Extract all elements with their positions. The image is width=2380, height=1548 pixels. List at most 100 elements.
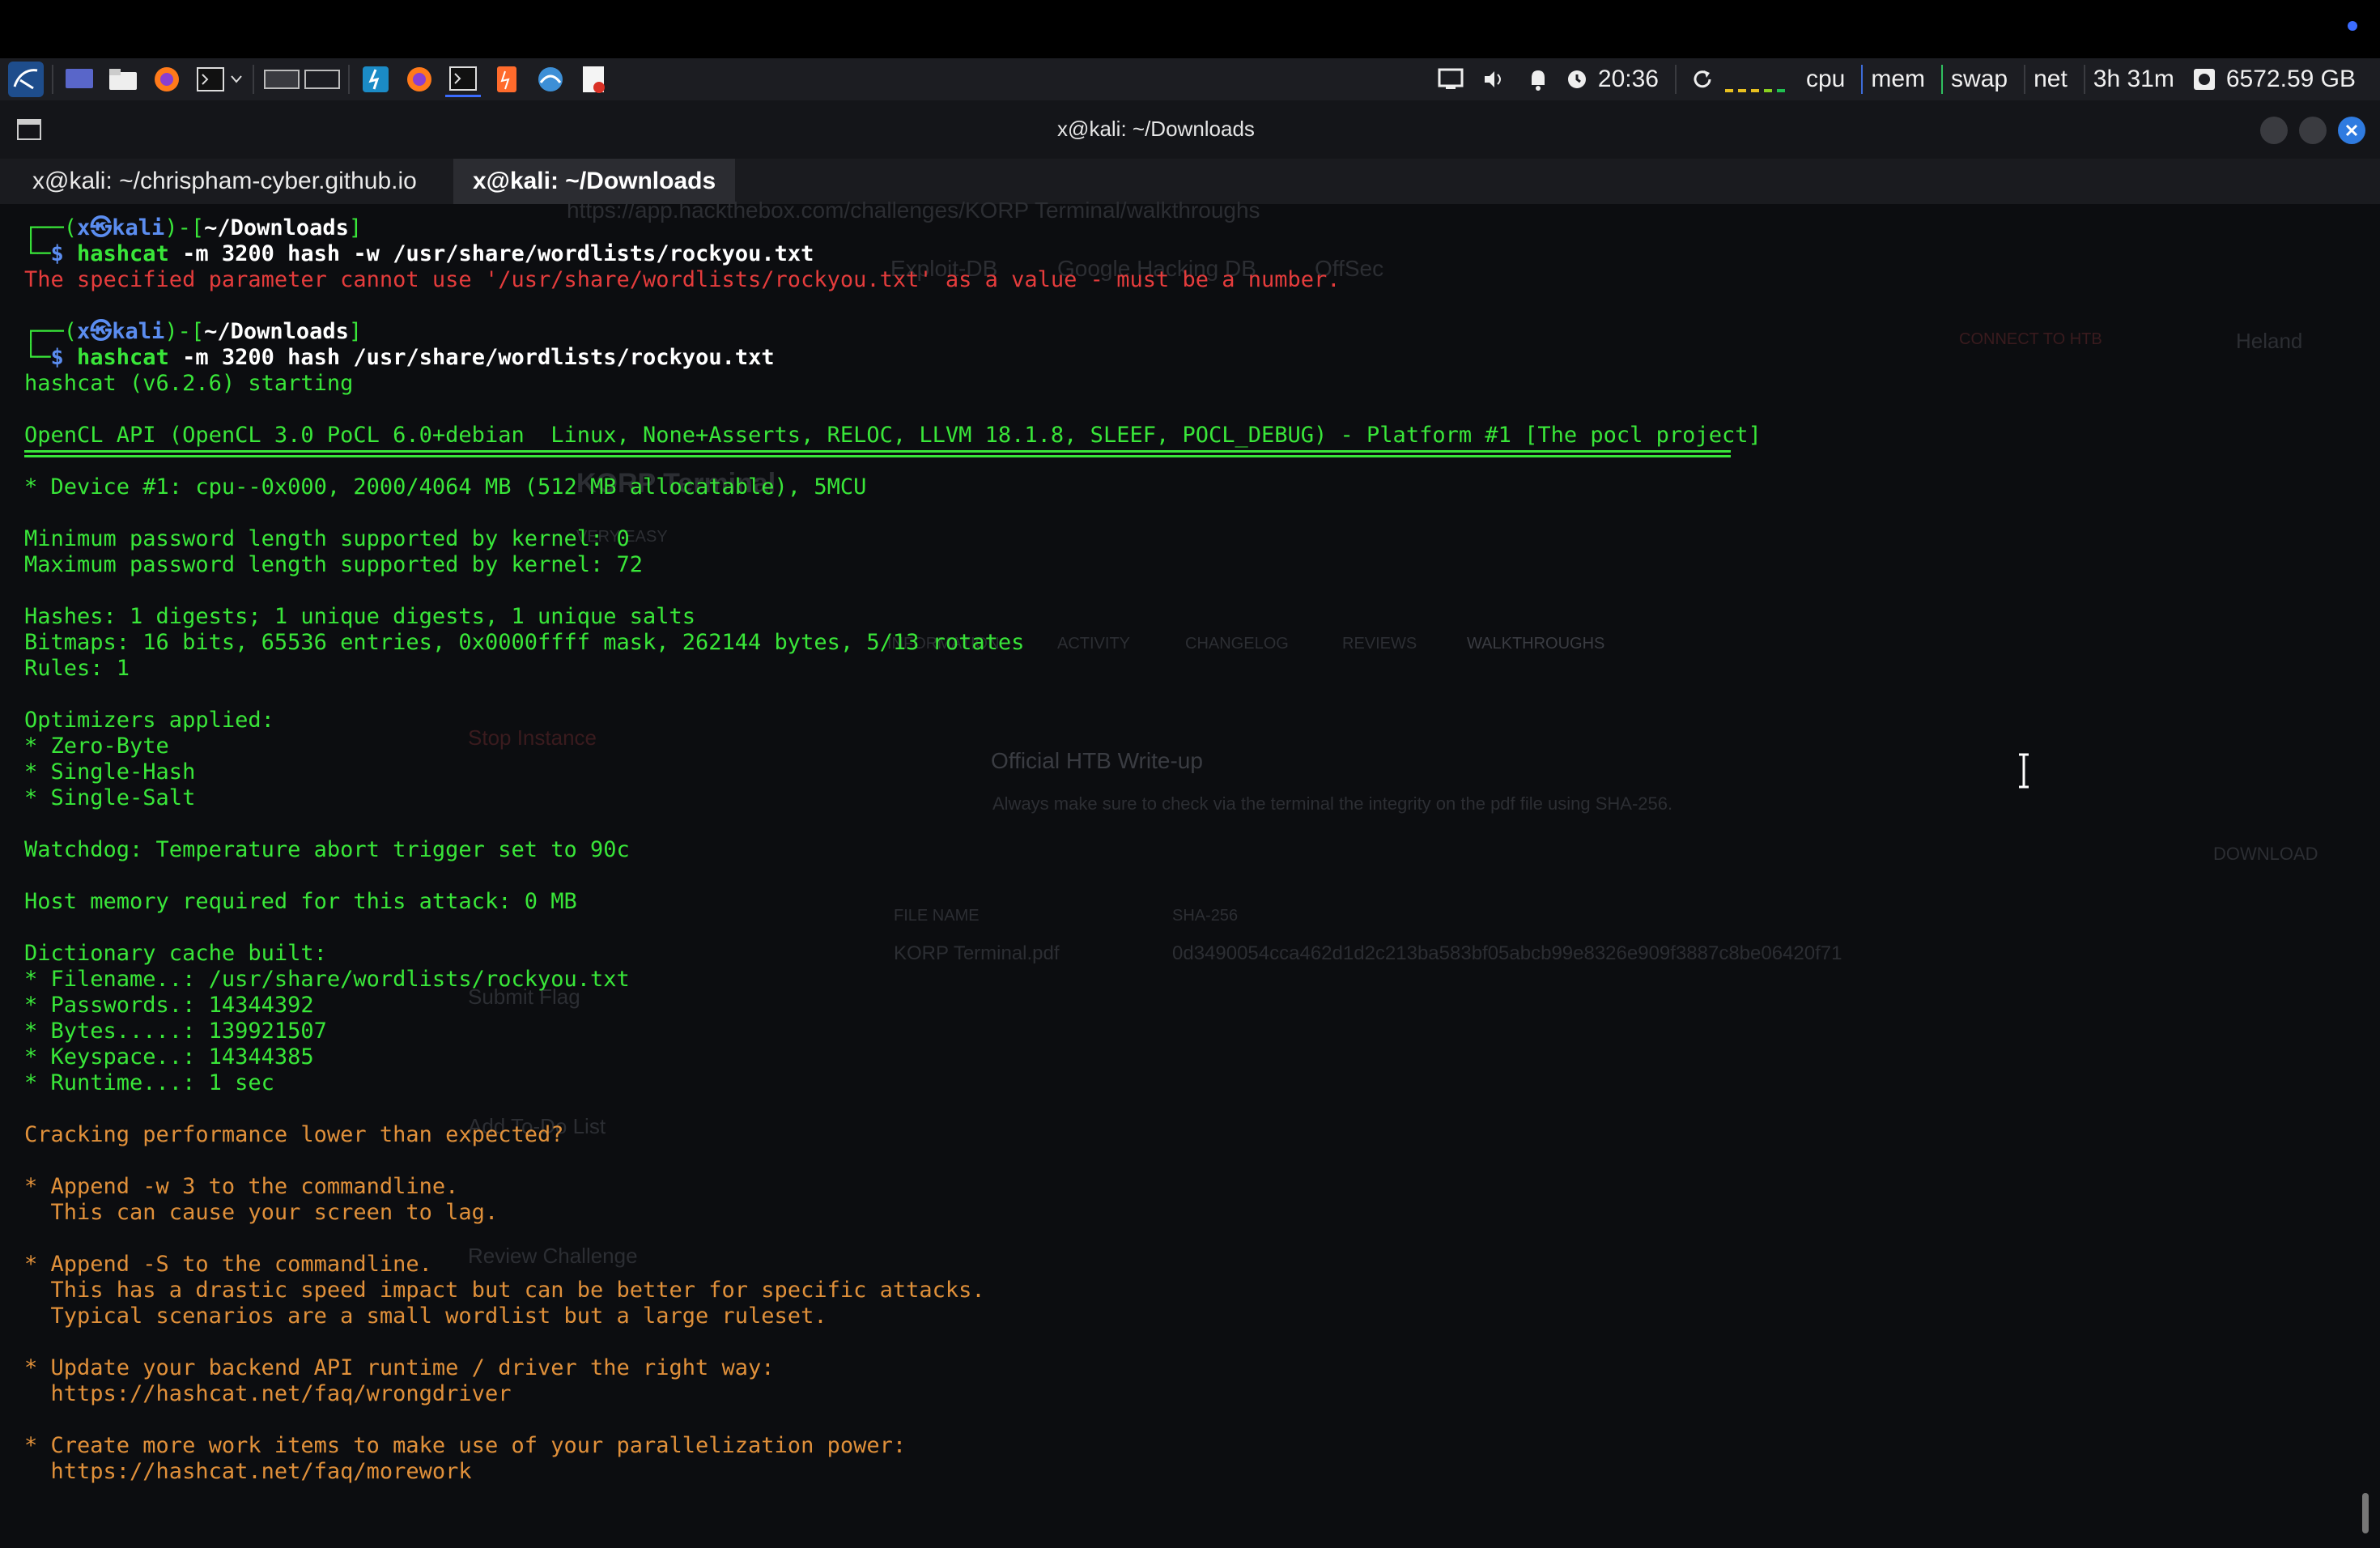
terminal-text: hashcat	[77, 345, 169, 370]
terminal-text: * Runtime...: 1 sec	[24, 1070, 274, 1095]
swap-label: swap	[1951, 66, 2008, 92]
platform-separator-line	[24, 450, 1731, 453]
terminal-window: x@kali: ~/Downloads x@kali: ~/chrispham-…	[0, 100, 2380, 1548]
terminal-text: Optimizers applied:	[24, 708, 274, 733]
display-icon[interactable]	[1433, 62, 1468, 97]
cpu-label: cpu	[1805, 66, 1846, 92]
terminal-line: * Append -S to the commandline.	[24, 1252, 432, 1278]
screen-top-bar	[0, 0, 2380, 58]
terminal-text: hash	[287, 345, 341, 370]
minimize-button[interactable]	[2260, 117, 2288, 144]
terminal-line: * Filename..: /usr/share/wordlists/rocky…	[24, 967, 630, 993]
uptime-value: 3h 31m	[2093, 66, 2174, 92]
terminal-text: Watchdog: Temperature abort trigger set …	[24, 837, 630, 862]
terminal-line: Optimizers applied:	[24, 708, 274, 734]
mem-label: mem	[1871, 66, 1926, 92]
net-label: net	[2034, 66, 2068, 92]
terminal-text: * Create more work items to make use of …	[24, 1433, 907, 1458]
terminal-line: * Bytes.....: 139921507	[24, 1019, 327, 1044]
terminal-text: Dictionary cache built:	[24, 941, 327, 966]
terminal-output[interactable]: ┌──(x㉿kali)-[~/Downloads] └─$ hashcat -m …	[24, 215, 2356, 1543]
terminal-text: Bitmaps: 16 bits, 65536 entries, 0x0000f…	[24, 630, 1025, 655]
terminal-text: * Bytes.....: 139921507	[24, 1019, 327, 1044]
terminal-line: Dictionary cache built:	[24, 941, 327, 967]
terminal-launcher-icon[interactable]	[193, 62, 228, 97]
terminal-line: ┌──(x㉿kali)-[~/Downloads]	[24, 319, 362, 345]
document-app-icon[interactable]	[576, 62, 612, 97]
terminal-text: * Append -w 3 to the commandline.	[24, 1174, 459, 1199]
chevron-down-icon[interactable]	[228, 62, 244, 97]
terminal-line: * Single-Hash	[24, 759, 195, 785]
desktop-icon[interactable]	[62, 62, 97, 97]
terminal-text: * Zero-Byte	[24, 734, 169, 759]
panel-separator	[348, 65, 350, 94]
terminal-text: -w	[340, 241, 393, 266]
window-title: x@kali: ~/Downloads	[1057, 117, 1255, 141]
file-manager-icon[interactable]	[105, 62, 141, 97]
clock-icon	[1564, 62, 1590, 97]
terminal-text: * Device #1: cpu--0x000, 2000/4064 MB (5…	[24, 474, 867, 500]
terminal-text: )-[	[164, 319, 205, 344]
terminal-line: Host memory required for this attack: 0 …	[24, 889, 577, 915]
terminal-text: hashcat	[77, 241, 169, 266]
terminal-text: -m 3200	[168, 241, 288, 266]
terminal-text: This can cause your screen to lag.	[24, 1200, 499, 1225]
burp-suite-icon[interactable]	[489, 62, 525, 97]
maximize-button[interactable]	[2299, 117, 2327, 144]
panel-status-area: 20:36 cpu mem swap net 3h 31m 6572.59 GB	[1425, 58, 2364, 100]
terminal-line: * Device #1: cpu--0x000, 2000/4064 MB (5…	[24, 474, 866, 500]
terminal-text: $	[50, 345, 78, 370]
workspace-2[interactable]	[304, 70, 340, 89]
terminal-window-icon[interactable]	[445, 62, 481, 97]
terminal-line: * Append -w 3 to the commandline.	[24, 1174, 458, 1200]
close-button[interactable]	[2338, 117, 2365, 144]
terminal-text: └─	[24, 345, 51, 370]
firefox-window-icon[interactable]	[402, 62, 437, 97]
tab-chrispham[interactable]: x@kali: ~/chrispham-cyber.github.io	[13, 159, 436, 204]
terminal-line: Typical scenarios are a small wordlist b…	[24, 1303, 827, 1329]
window-titlebar[interactable]: x@kali: ~/Downloads	[0, 100, 2380, 159]
terminal-line: * Single-Salt	[24, 785, 195, 811]
terminal-line: Cracking performance lower than expected…	[24, 1122, 563, 1148]
cpu-graph	[1720, 63, 1798, 96]
tab-label: x@kali: ~/chrispham-cyber.github.io	[32, 168, 417, 194]
terminal-line: The specified parameter cannot use '/usr…	[24, 267, 1341, 293]
terminal-text: hashcat (v6.2.6) starting	[24, 371, 354, 396]
terminal-line: * Passwords.: 14344392	[24, 993, 314, 1019]
power-app-icon[interactable]	[358, 62, 393, 97]
disk-free-value: 6572.59 GB	[2225, 66, 2356, 92]
refresh-icon[interactable]	[1685, 62, 1720, 97]
kali-menu-icon[interactable]	[8, 62, 44, 97]
terminal-text: ~/Downloads	[204, 319, 349, 344]
terminal-text: ┌──(	[24, 319, 78, 344]
terminal-line: This can cause your screen to lag.	[24, 1200, 499, 1226]
terminal-text: └─	[24, 241, 51, 266]
workspace-1[interactable]	[264, 70, 300, 89]
terminal-line: Minimum password length supported by ker…	[24, 526, 630, 552]
terminal-text: -m 3200	[168, 345, 288, 370]
terminal-text: )-[	[164, 215, 205, 240]
terminal-text: Cracking performance lower than expected…	[24, 1122, 564, 1147]
network-app-icon[interactable]	[533, 62, 568, 97]
terminal-text: https://hashcat.net/faq/wrongdriver	[24, 1381, 512, 1406]
terminal-line: * Keyspace..: 14344385	[24, 1044, 314, 1070]
terminal-line: * Create more work items to make use of …	[24, 1433, 906, 1459]
terminal-text: x㉿kali	[77, 319, 165, 344]
terminal-text: Rules: 1	[24, 656, 130, 681]
firefox-icon[interactable]	[149, 62, 185, 97]
tab-label: x@kali: ~/Downloads	[473, 168, 716, 194]
clock-time[interactable]: 20:36	[1590, 66, 1667, 93]
terminal-text: * Append -S to the commandline.	[24, 1252, 432, 1277]
terminal-text: Hashes: 1 digests; 1 unique digests, 1 u…	[24, 604, 696, 629]
terminal-text: * Single-Salt	[24, 785, 196, 810]
terminal-line: This has a drastic speed impact but can …	[24, 1278, 985, 1303]
terminal-line: └─$ hashcat -m 3200 hash -w /usr/share/w…	[24, 241, 814, 267]
taskbar: 20:36 cpu mem swap net 3h 31m 6572.59 GB	[0, 58, 2380, 101]
panel-separator	[1674, 65, 1677, 94]
terminal-scrollbar[interactable]	[2362, 1493, 2369, 1533]
panel-separator	[52, 65, 53, 94]
terminal-line: └─$ hashcat -m 3200 hash /usr/share/word…	[24, 345, 775, 371]
terminal-line: * Runtime...: 1 sec	[24, 1070, 274, 1096]
volume-icon[interactable]	[1477, 62, 1512, 97]
bell-icon[interactable]	[1520, 62, 1556, 97]
